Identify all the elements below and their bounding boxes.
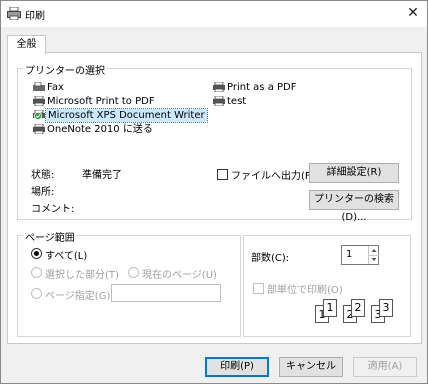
spin-down-button[interactable] (368, 255, 379, 264)
current-page-radio[interactable] (128, 267, 139, 278)
current-page-label[interactable]: 現在のページ(U) (142, 266, 217, 281)
collate-page-2b: 2 (351, 299, 365, 317)
copies-spinner[interactable]: 1 (341, 245, 379, 265)
printer-default-icon (33, 110, 45, 120)
preferences-button[interactable]: 詳細設定(R) (309, 163, 399, 183)
location-label: 場所: (31, 187, 55, 198)
cancel-button[interactable]: キャンセル (279, 357, 343, 377)
print-dialog: 印刷 ✕ 全般 プリンターの選択 Fax Microsoft Print to … (0, 0, 428, 384)
close-icon[interactable]: ✕ (403, 3, 423, 23)
pages-label[interactable]: ページ指定(G): (45, 287, 114, 302)
tab-general[interactable]: 全般 (7, 35, 46, 54)
collate-checkbox[interactable] (253, 283, 264, 294)
status-label: 状態: (31, 170, 55, 181)
print-button[interactable]: 印刷(P) (205, 357, 269, 377)
copies-label: 部数(C): (251, 253, 290, 264)
printer-icon (7, 7, 21, 20)
all-pages-radio[interactable] (31, 248, 42, 259)
title-bar[interactable]: 印刷 ✕ (1, 1, 427, 27)
fax-icon (33, 82, 45, 91)
find-printer-button[interactable]: プリンターの検索(D)... (309, 190, 399, 223)
copies-value[interactable]: 1 (346, 249, 352, 260)
printer-icon (213, 96, 225, 106)
printer-icon (33, 124, 45, 134)
pages-radio[interactable] (31, 288, 42, 299)
all-pages-label[interactable]: すべて(L) (45, 247, 87, 262)
chevron-down-icon (371, 258, 377, 261)
selection-radio[interactable] (31, 267, 42, 278)
apply-button[interactable]: 適用(A) (353, 357, 417, 377)
printer-group-label: プリンターの選択 (23, 62, 107, 77)
chevron-up-icon (371, 249, 377, 252)
printer-icon (33, 96, 45, 106)
print-to-file-checkbox[interactable] (217, 169, 228, 180)
print-to-file-label[interactable]: ファイルへ出力(F) (231, 167, 315, 182)
collate-illustration: 1 1 2 2 3 3 (315, 299, 405, 329)
comment-label: コメント: (31, 204, 75, 215)
printer-icon (213, 82, 225, 92)
window-title: 印刷 (25, 11, 45, 22)
pages-input[interactable] (111, 284, 221, 302)
status-value: 準備完了 (82, 170, 122, 181)
collate-page-1b: 1 (323, 299, 337, 317)
page-range-label: ページ範囲 (23, 229, 77, 244)
collate-page-3b: 3 (379, 299, 393, 317)
collate-label[interactable]: 部単位で印刷(O) (267, 281, 343, 296)
selection-label[interactable]: 選択した部分(T) (45, 266, 119, 281)
